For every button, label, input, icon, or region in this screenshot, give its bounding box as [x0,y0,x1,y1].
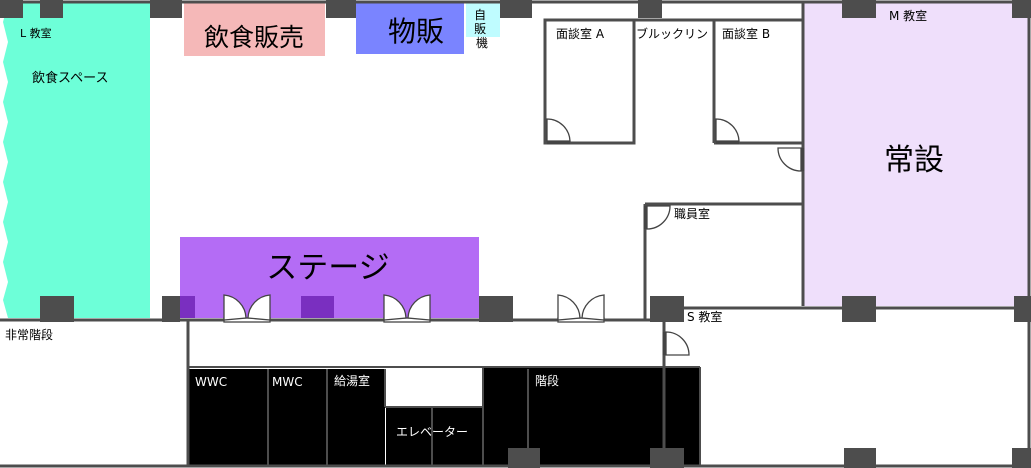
door[interactable] [662,331,690,356]
permanent-exhibit-label: 常設 [884,143,944,178]
double-door[interactable] [557,294,605,323]
m-classroom-label: M 教室 [889,8,927,23]
stage-dark-block [180,296,195,318]
door[interactable] [643,205,671,230]
door[interactable] [546,118,571,145]
stage-label: ステージ [266,250,389,286]
brooklyn-label: ブルックリン [636,26,708,41]
vending-label: 自 販 機 [474,8,490,50]
wwc-label: WWC [195,375,227,389]
l-classroom-label: L 教室 [20,26,52,40]
eating-space-area[interactable] [3,3,150,318]
staff-room-label: 職員室 [674,206,710,221]
mwc-label: MWC [272,375,303,389]
door[interactable] [777,147,805,172]
floor-plan: L 教室 飲食スペース 飲食販売 物販 自 販 機 面談室 A ブルックリン 面… [0,0,1031,468]
kitchenette-label: 給湯室 [334,373,370,388]
s-classroom-label: S 教室 [687,309,722,324]
emergency-stairs-label: 非常階段 [5,327,53,342]
interview-a-label: 面談室 A [556,26,605,41]
elevator-label: エレベーター [396,425,468,439]
door[interactable] [715,118,740,145]
stage-dark-block [301,296,334,318]
interview-b-label: 面談室 B [722,26,770,41]
eating-space-label: 飲食スペース [32,70,108,86]
food-sales-label: 飲食販売 [204,23,304,52]
goods-sales-label: 物販 [388,15,444,48]
stairs-label: 階段 [535,373,559,388]
